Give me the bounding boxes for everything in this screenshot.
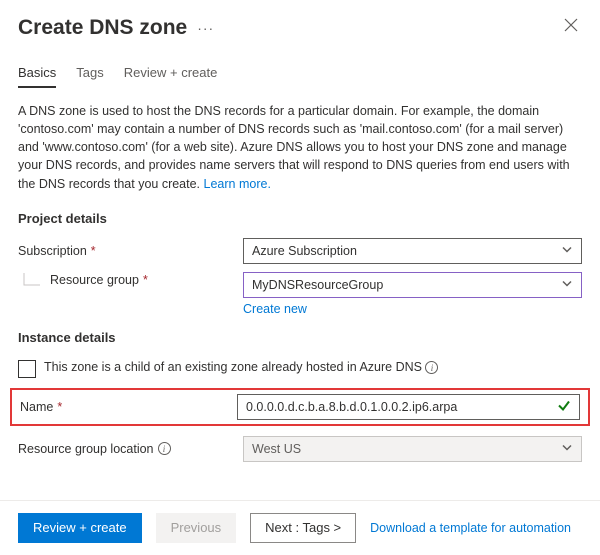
- create-new-link[interactable]: Create new: [243, 302, 307, 316]
- chevron-down-icon: [561, 441, 573, 456]
- create-new-row: Create new: [0, 302, 600, 316]
- chevron-down-icon: [561, 277, 573, 292]
- tab-strip: Basics Tags Review + create: [0, 47, 600, 88]
- required-asterisk: *: [91, 244, 96, 258]
- resource-group-label-text: Resource group: [50, 273, 139, 287]
- subscription-dropdown[interactable]: Azure Subscription: [243, 238, 582, 264]
- subscription-label-text: Subscription: [18, 244, 87, 258]
- child-zone-row: This zone is a child of an existing zone…: [0, 353, 600, 380]
- location-value: West US: [252, 442, 301, 456]
- next-button[interactable]: Next : Tags >: [250, 513, 356, 543]
- blade-header: Create DNS zone ···: [0, 0, 600, 47]
- tree-connector-icon: [18, 273, 46, 297]
- description-text: A DNS zone is used to host the DNS recor…: [0, 88, 600, 197]
- name-value: 0.0.0.0.d.c.b.a.8.b.d.0.1.0.0.2.ip6.arpa: [246, 400, 457, 414]
- resource-group-label: Resource group *: [18, 273, 243, 297]
- child-zone-label-text: This zone is a child of an existing zone…: [44, 360, 422, 374]
- close-icon[interactable]: [560, 14, 582, 41]
- subscription-value: Azure Subscription: [252, 244, 357, 258]
- resource-group-dropdown[interactable]: MyDNSResourceGroup: [243, 272, 582, 298]
- resource-group-value: MyDNSResourceGroup: [252, 278, 383, 292]
- location-row: Resource group location i West US: [0, 432, 600, 466]
- page-title: Create DNS zone: [18, 16, 187, 40]
- tab-review-create[interactable]: Review + create: [124, 65, 218, 88]
- resource-group-row: Resource group * MyDNSResourceGroup: [0, 268, 600, 302]
- validation-check-icon: [557, 398, 571, 415]
- location-dropdown: West US: [243, 436, 582, 462]
- learn-more-link[interactable]: Learn more.: [204, 177, 271, 191]
- child-zone-label: This zone is a child of an existing zone…: [44, 359, 438, 377]
- instance-details-heading: Instance details: [0, 316, 600, 353]
- required-asterisk: *: [143, 273, 148, 287]
- review-create-button[interactable]: Review + create: [18, 513, 142, 543]
- description-body: A DNS zone is used to host the DNS recor…: [18, 104, 570, 191]
- tab-tags[interactable]: Tags: [76, 65, 103, 88]
- name-row-highlight: Name * 0.0.0.0.d.c.b.a.8.b.d.0.1.0.0.2.i…: [10, 388, 590, 426]
- chevron-down-icon: [561, 243, 573, 258]
- more-menu-icon[interactable]: ···: [197, 20, 214, 36]
- info-icon[interactable]: i: [158, 442, 171, 455]
- download-template-link[interactable]: Download a template for automation: [370, 521, 571, 535]
- required-asterisk: *: [57, 400, 62, 414]
- location-label-text: Resource group location: [18, 442, 154, 456]
- name-label-text: Name: [20, 400, 53, 414]
- footer: Review + create Previous Next : Tags > D…: [0, 501, 600, 555]
- name-input[interactable]: 0.0.0.0.d.c.b.a.8.b.d.0.1.0.0.2.ip6.arpa: [237, 394, 580, 420]
- subscription-label: Subscription *: [18, 244, 243, 258]
- name-label: Name *: [20, 400, 237, 414]
- tab-basics[interactable]: Basics: [18, 65, 56, 88]
- info-icon[interactable]: i: [425, 361, 438, 374]
- previous-button: Previous: [156, 513, 237, 543]
- project-details-heading: Project details: [0, 197, 600, 234]
- location-label: Resource group location i: [18, 442, 243, 456]
- child-zone-checkbox[interactable]: [18, 360, 36, 378]
- subscription-row: Subscription * Azure Subscription: [0, 234, 600, 268]
